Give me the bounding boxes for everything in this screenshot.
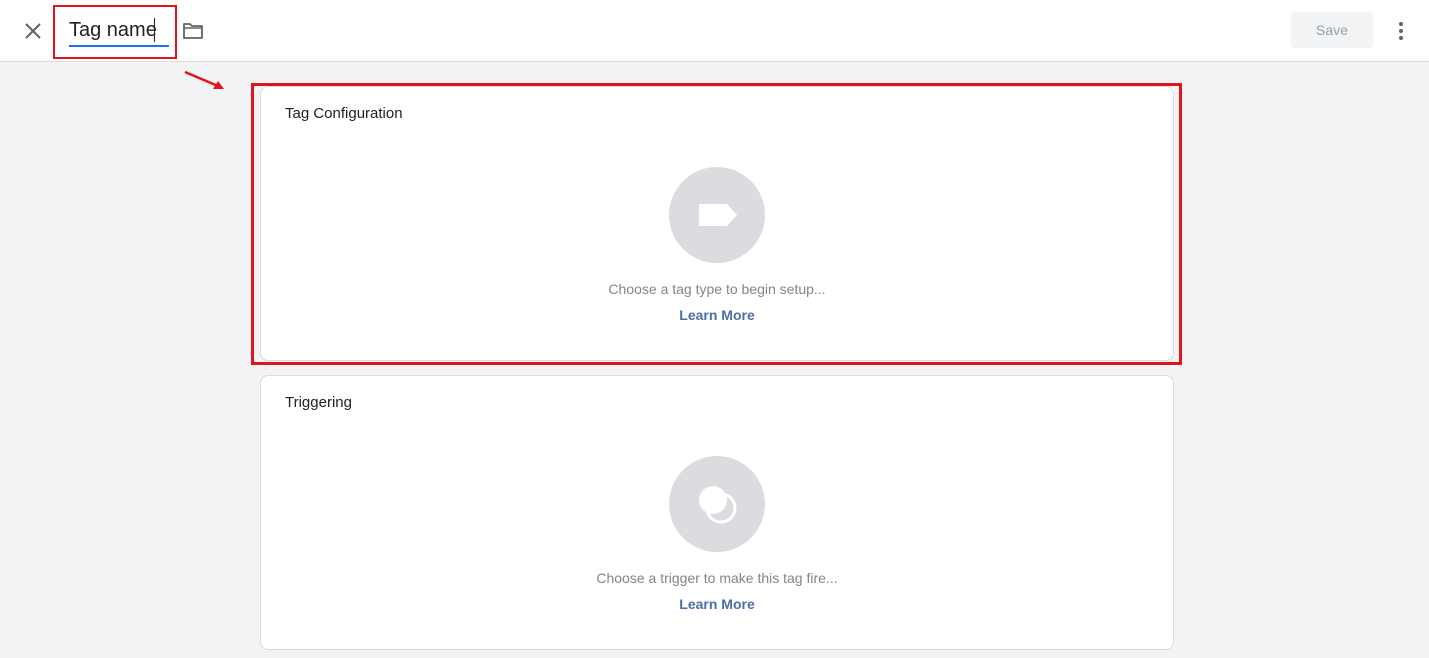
learn-more-link[interactable]: Learn More [679,596,754,612]
text-caret [154,18,155,42]
card-hint: Choose a trigger to make this tag fire..… [596,570,838,586]
save-button[interactable]: Save [1291,12,1373,48]
tag-configuration-highlight-box [251,83,1182,365]
top-bar: Save [0,0,1429,62]
trigger-icon [699,486,737,524]
more-vert-icon[interactable] [1389,18,1413,44]
close-icon[interactable] [20,18,46,44]
triggering-card[interactable]: Triggering Choose a trigger to make this… [260,375,1174,650]
card-title: Triggering [285,394,352,411]
trigger-selector[interactable] [669,456,765,552]
folder-icon[interactable] [181,20,205,42]
annotation-arrow [180,66,230,94]
